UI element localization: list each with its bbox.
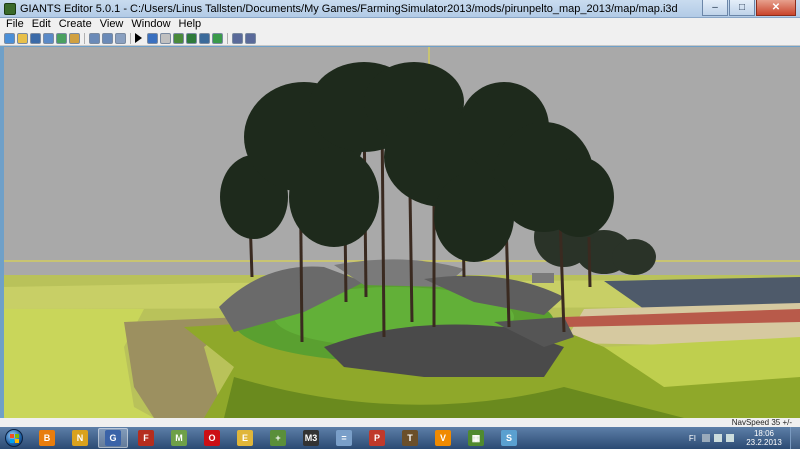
navspeed-readout: NavSpeed 35 +/-: [731, 418, 792, 427]
menu-edit[interactable]: Edit: [28, 18, 55, 31]
minimize-button[interactable]: –: [702, 0, 728, 16]
maximize-button[interactable]: □: [729, 0, 755, 16]
terrain-sculpt-icon[interactable]: [173, 32, 184, 44]
taskbar-button[interactable]: M3: [296, 428, 326, 448]
file-explorer-app-icon: E: [237, 430, 253, 446]
new-file-icon[interactable]: [4, 32, 15, 44]
farming-simulator-app-icon: F: [138, 430, 154, 446]
show-desktop-button[interactable]: [790, 427, 800, 449]
blender-app-icon: B: [39, 430, 55, 446]
sketch-app-icon: S: [501, 430, 517, 446]
taskbar-button[interactable]: B: [32, 428, 62, 448]
taskbar-button[interactable]: T: [395, 428, 425, 448]
windows-logo-icon: [5, 429, 23, 447]
map-viewer-app-icon: M: [171, 430, 187, 446]
taskbar-button[interactable]: G: [98, 428, 128, 448]
move-tool-icon[interactable]: [160, 32, 171, 44]
taskbar-button[interactable]: =: [329, 428, 359, 448]
taskbar-button[interactable]: N: [65, 428, 95, 448]
window-title: GIANTS Editor 5.0.1 - C:/Users/Linus Tal…: [20, 2, 678, 15]
3d-viewport[interactable]: [4, 47, 800, 418]
taskbar-button[interactable]: M: [164, 428, 194, 448]
clock[interactable]: 18:06 23.2.2013: [738, 429, 790, 447]
grass-paint-icon[interactable]: [212, 32, 223, 44]
status-bar: NavSpeed 35 +/-: [0, 418, 800, 427]
terrain-paint-icon[interactable]: [186, 32, 197, 44]
menu-create[interactable]: Create: [55, 18, 96, 31]
windows-taskbar: B N G F M O E + M3 = P T V ▦ S: [0, 427, 800, 449]
taskbar-button[interactable]: S: [494, 428, 524, 448]
giants-editor-app-icon: G: [105, 430, 121, 446]
texture-tool-app-icon: T: [402, 430, 418, 446]
refresh-icon[interactable]: [115, 32, 126, 44]
system-tray: FI 18:06 23.2.2013: [689, 427, 800, 449]
clock-date: 23.2.2013: [746, 438, 782, 447]
foliage-paint-icon[interactable]: [199, 32, 210, 44]
save-file-icon[interactable]: [30, 32, 41, 44]
menu-file[interactable]: File: [0, 18, 28, 31]
toolbar-separator: [84, 32, 85, 44]
window-controls: – □ ✕: [701, 0, 796, 17]
main-toolbar: [0, 31, 800, 46]
close-button[interactable]: ✕: [756, 0, 796, 16]
undo-icon[interactable]: [89, 32, 100, 44]
minecraft-app-icon: ▦: [468, 430, 484, 446]
opera-app-icon: O: [204, 430, 220, 446]
distant-building: [532, 273, 554, 283]
import-icon[interactable]: [69, 32, 80, 44]
start-button[interactable]: [0, 427, 28, 449]
paint-app-icon: P: [369, 430, 385, 446]
taskbar-button[interactable]: P: [362, 428, 392, 448]
volume-icon[interactable]: [726, 434, 734, 442]
show-hidden-icons-icon[interactable]: [702, 434, 710, 442]
language-indicator[interactable]: FI: [689, 434, 696, 443]
taskbar-button[interactable]: V: [428, 428, 458, 448]
toolbar-separator: [130, 32, 131, 44]
taskbar-button[interactable]: ▦: [461, 428, 491, 448]
toolbar-separator: [227, 32, 228, 44]
export-icon[interactable]: [56, 32, 67, 44]
vlc-app-icon: V: [435, 430, 451, 446]
play-icon[interactable]: [135, 33, 142, 43]
taskbar-button[interactable]: F: [131, 428, 161, 448]
select-mode-icon[interactable]: [147, 32, 158, 44]
save-as-icon[interactable]: [43, 32, 54, 44]
menu-view[interactable]: View: [96, 18, 128, 31]
scripts-icon[interactable]: [245, 32, 256, 44]
taskbar-button[interactable]: +: [263, 428, 293, 448]
notepad-app-icon: N: [72, 430, 88, 446]
clock-time: 18:06: [753, 429, 775, 438]
calculator-app-icon: =: [336, 430, 352, 446]
settings-icon[interactable]: [232, 32, 243, 44]
scene-render: [4, 47, 800, 418]
open-file-icon[interactable]: [17, 32, 28, 44]
menu-bar: File Edit Create View Window Help: [0, 18, 800, 31]
taskbar-pinned-apps: B N G F M O E + M3 = P T V ▦ S: [32, 428, 527, 448]
taskbar-button[interactable]: O: [197, 428, 227, 448]
menu-help[interactable]: Help: [175, 18, 206, 31]
taskbar-button[interactable]: E: [230, 428, 260, 448]
notepad-plus-app-icon: +: [270, 430, 286, 446]
title-bar: GIANTS Editor 5.0.1 - C:/Users/Linus Tal…: [0, 0, 800, 18]
network-icon[interactable]: [714, 434, 722, 442]
redo-icon[interactable]: [102, 32, 113, 44]
giants-editor-logo-icon: [4, 2, 16, 15]
menu-window[interactable]: Window: [127, 18, 174, 31]
media-tool-app-icon: M3: [303, 430, 319, 446]
